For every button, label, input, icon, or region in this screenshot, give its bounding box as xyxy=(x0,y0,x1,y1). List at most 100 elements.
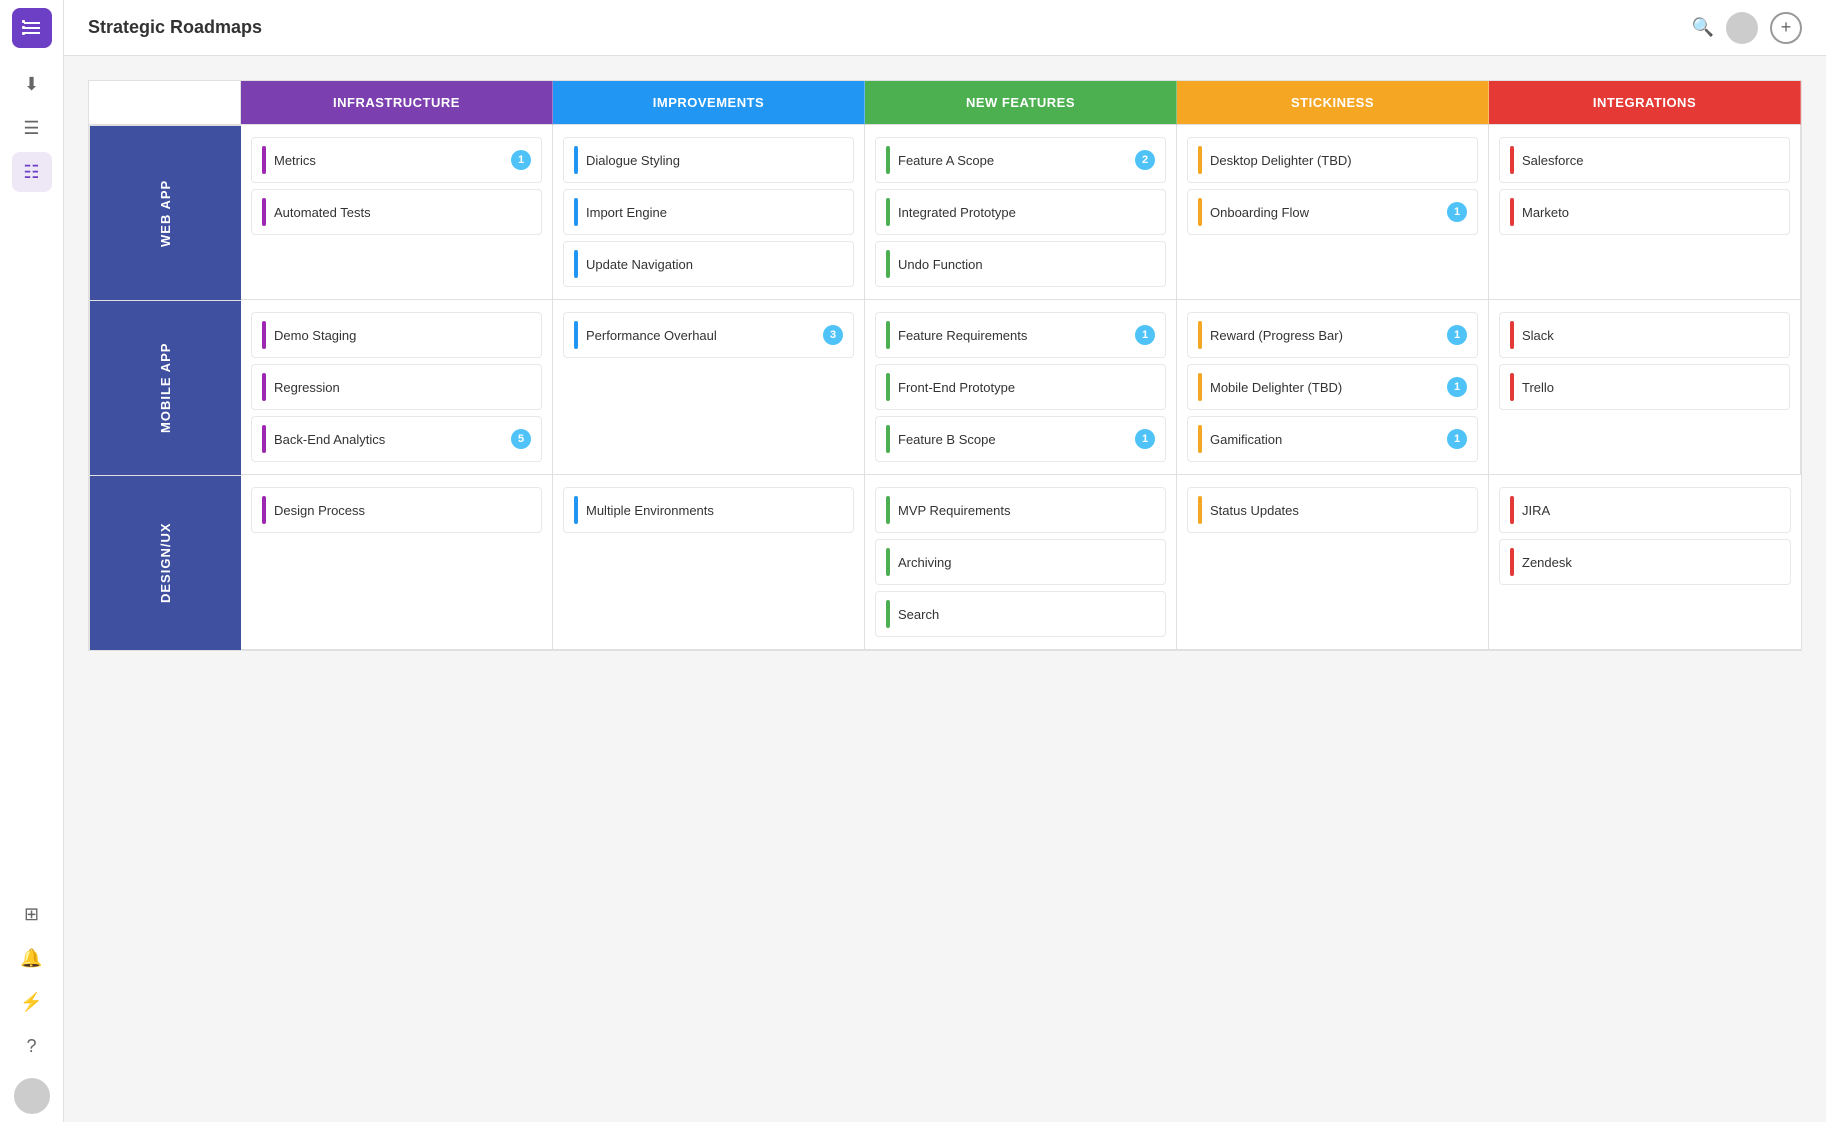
card-label: Salesforce xyxy=(1522,153,1583,168)
card-slack[interactable]: Slack xyxy=(1499,312,1790,358)
cell-mobile-improvements: Performance Overhaul 3 xyxy=(553,300,865,475)
card-regression[interactable]: Regression xyxy=(251,364,542,410)
card-demo-staging[interactable]: Demo Staging xyxy=(251,312,542,358)
bar-indicator xyxy=(574,198,578,226)
card-label: Undo Function xyxy=(898,257,983,272)
card-search[interactable]: Search xyxy=(875,591,1166,637)
card-label: JIRA xyxy=(1522,503,1550,518)
list-icon[interactable]: ☰ xyxy=(12,108,52,148)
bar-indicator xyxy=(1198,321,1202,349)
bar-indicator xyxy=(1510,198,1514,226)
card-multiple-environments[interactable]: Multiple Environments xyxy=(563,487,854,533)
card-label: Design Process xyxy=(274,503,365,518)
card-archiving[interactable]: Archiving xyxy=(875,539,1166,585)
card-update-navigation[interactable]: Update Navigation xyxy=(563,241,854,287)
bolt-icon[interactable]: ⚡ xyxy=(12,982,52,1022)
card-desktop-delighter[interactable]: Desktop Delighter (TBD) xyxy=(1187,137,1478,183)
col-header-new-features: NEW FEATURES xyxy=(865,81,1177,125)
page-title: Strategic Roadmaps xyxy=(88,17,1692,38)
search-icon[interactable]: 🔍 xyxy=(1692,17,1714,38)
card-integrated-prototype[interactable]: Integrated Prototype xyxy=(875,189,1166,235)
card-feature-a-scope[interactable]: Feature A Scope 2 xyxy=(875,137,1166,183)
card-performance-overhaul[interactable]: Performance Overhaul 3 xyxy=(563,312,854,358)
cell-mobile-infrastructure: Demo Staging Regression Back-End Analyti… xyxy=(241,300,553,475)
bar-indicator xyxy=(574,321,578,349)
card-trello[interactable]: Trello xyxy=(1499,364,1790,410)
help-icon[interactable]: ? xyxy=(12,1026,52,1066)
row-label-webapp: WEB APP xyxy=(89,125,241,300)
card-label: Search xyxy=(898,607,939,622)
col-header-integrations: INTEGRATIONS xyxy=(1489,81,1801,125)
card-badge: 1 xyxy=(1447,202,1467,222)
card-badge: 1 xyxy=(511,150,531,170)
card-label: Back-End Analytics xyxy=(274,432,385,447)
card-label: Dialogue Styling xyxy=(586,153,680,168)
bar-indicator xyxy=(262,496,266,524)
col-header-infrastructure: INFRASTRUCTURE xyxy=(241,81,553,125)
card-label: Demo Staging xyxy=(274,328,356,343)
card-label: Front-End Prototype xyxy=(898,380,1015,395)
card-zendesk[interactable]: Zendesk xyxy=(1499,539,1791,585)
card-label: Feature A Scope xyxy=(898,153,994,168)
card-label: Import Engine xyxy=(586,205,667,220)
card-feature-requirements[interactable]: Feature Requirements 1 xyxy=(875,312,1166,358)
card-import-engine[interactable]: Import Engine xyxy=(563,189,854,235)
content-area: INFRASTRUCTURE IMPROVEMENTS NEW FEATURES… xyxy=(64,56,1826,1122)
bar-indicator xyxy=(1198,373,1202,401)
cell-design-improvements: Multiple Environments xyxy=(553,475,865,650)
cell-design-integrations: JIRA Zendesk xyxy=(1489,475,1801,650)
card-label: Multiple Environments xyxy=(586,503,714,518)
card-badge: 1 xyxy=(1135,429,1155,449)
card-label: Feature Requirements xyxy=(898,328,1027,343)
bar-indicator xyxy=(886,250,890,278)
row-label-mobileapp: MOBILE APP xyxy=(89,300,241,475)
card-label: MVP Requirements xyxy=(898,503,1010,518)
col-header-improvements: IMPROVEMENTS xyxy=(553,81,865,125)
card-label: Automated Tests xyxy=(274,205,371,220)
bar-indicator xyxy=(886,373,890,401)
bar-indicator xyxy=(886,548,890,576)
card-backend-analytics[interactable]: Back-End Analytics 5 xyxy=(251,416,542,462)
card-label: Metrics xyxy=(274,153,316,168)
header: Strategic Roadmaps 🔍 + xyxy=(64,0,1826,56)
card-label: Mobile Delighter (TBD) xyxy=(1210,380,1342,395)
roadmap-icon[interactable]: ☷ xyxy=(12,152,52,192)
image-icon[interactable]: ⊞ xyxy=(12,894,52,934)
card-marketo[interactable]: Marketo xyxy=(1499,189,1790,235)
download-icon[interactable]: ⬇ xyxy=(12,64,52,104)
card-salesforce[interactable]: Salesforce xyxy=(1499,137,1790,183)
bar-indicator xyxy=(1510,548,1514,576)
card-metrics[interactable]: Metrics 1 xyxy=(251,137,542,183)
card-status-updates[interactable]: Status Updates xyxy=(1187,487,1478,533)
card-mobile-delighter[interactable]: Mobile Delighter (TBD) 1 xyxy=(1187,364,1478,410)
app-logo[interactable] xyxy=(12,8,52,48)
card-gamification[interactable]: Gamification 1 xyxy=(1187,416,1478,462)
card-label: Status Updates xyxy=(1210,503,1299,518)
card-feature-b-scope[interactable]: Feature B Scope 1 xyxy=(875,416,1166,462)
bar-indicator xyxy=(886,425,890,453)
user-avatar-header[interactable] xyxy=(1726,12,1758,44)
card-onboarding-flow[interactable]: Onboarding Flow 1 xyxy=(1187,189,1478,235)
card-label: Archiving xyxy=(898,555,951,570)
bar-indicator xyxy=(1198,198,1202,226)
card-mvp-requirements[interactable]: MVP Requirements xyxy=(875,487,1166,533)
card-design-process[interactable]: Design Process xyxy=(251,487,542,533)
bar-indicator xyxy=(1198,425,1202,453)
card-automated-tests[interactable]: Automated Tests xyxy=(251,189,542,235)
add-button[interactable]: + xyxy=(1770,12,1802,44)
cell-webapp-stickiness: Desktop Delighter (TBD) Onboarding Flow … xyxy=(1177,125,1489,300)
col-header-stickiness: STICKINESS xyxy=(1177,81,1489,125)
bell-icon[interactable]: 🔔 xyxy=(12,938,52,978)
card-dialogue-styling[interactable]: Dialogue Styling xyxy=(563,137,854,183)
card-jira[interactable]: JIRA xyxy=(1499,487,1791,533)
card-label: Feature B Scope xyxy=(898,432,996,447)
card-label: Regression xyxy=(274,380,340,395)
card-reward-progress-bar[interactable]: Reward (Progress Bar) 1 xyxy=(1187,312,1478,358)
card-label: Zendesk xyxy=(1522,555,1572,570)
cell-design-new-features: MVP Requirements Archiving Search xyxy=(865,475,1177,650)
grid-corner xyxy=(89,81,241,125)
card-undo-function[interactable]: Undo Function xyxy=(875,241,1166,287)
card-frontend-prototype[interactable]: Front-End Prototype xyxy=(875,364,1166,410)
user-avatar[interactable] xyxy=(14,1078,50,1114)
bar-indicator xyxy=(886,496,890,524)
